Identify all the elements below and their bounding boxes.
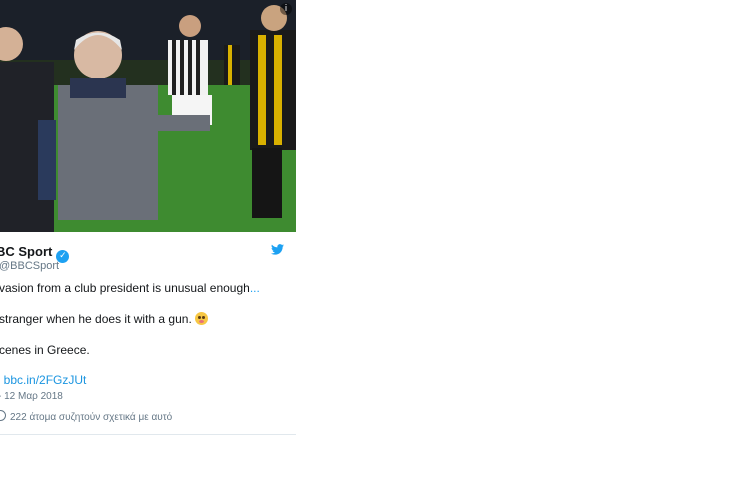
conversation-count[interactable]: 222 άτομα συζητούν σχετικά με αυτό [0, 410, 172, 423]
tweet-text-line-3: cenes in Greece. [0, 343, 90, 357]
tweet-link[interactable]: bbc.in/2FGzJUt [4, 373, 87, 387]
embedded-tweet-card: i BC Sport ✓ @BBCSport vasion from a club… [0, 0, 296, 435]
read-more-ellipsis[interactable]: ... [250, 281, 260, 295]
info-icon[interactable]: i [280, 3, 292, 15]
conversation-icon [0, 410, 6, 421]
tweet-timestamp[interactable]: - 12 Μαρ 2018 [0, 391, 63, 402]
tweet-text-line-1: vasion from a club president is unusual … [0, 281, 260, 296]
conversation-count-text[interactable]: 222 άτομα συζητούν σχετικά με αυτό [10, 412, 172, 423]
photo-illustration [0, 0, 296, 232]
tweet-header: BC Sport ✓ @BBCSport [0, 244, 296, 274]
tweet-link-line: : bbc.in/2FGzJUt [0, 373, 86, 388]
tweet-text-line-2: stranger when he does it with a gun. [0, 312, 208, 327]
author-handle[interactable]: @BBCSport [0, 259, 59, 273]
author-name-text[interactable]: BC Sport [0, 244, 52, 259]
tweet-text-line-2-content: stranger when he does it with a gun. [0, 312, 192, 326]
tweet-photo[interactable]: i [0, 0, 296, 232]
twitter-bird-icon[interactable] [271, 244, 284, 255]
tweet-text-line-1-content: vasion from a club president is unusual … [0, 281, 250, 295]
flushed-emoji-icon [194, 312, 208, 325]
